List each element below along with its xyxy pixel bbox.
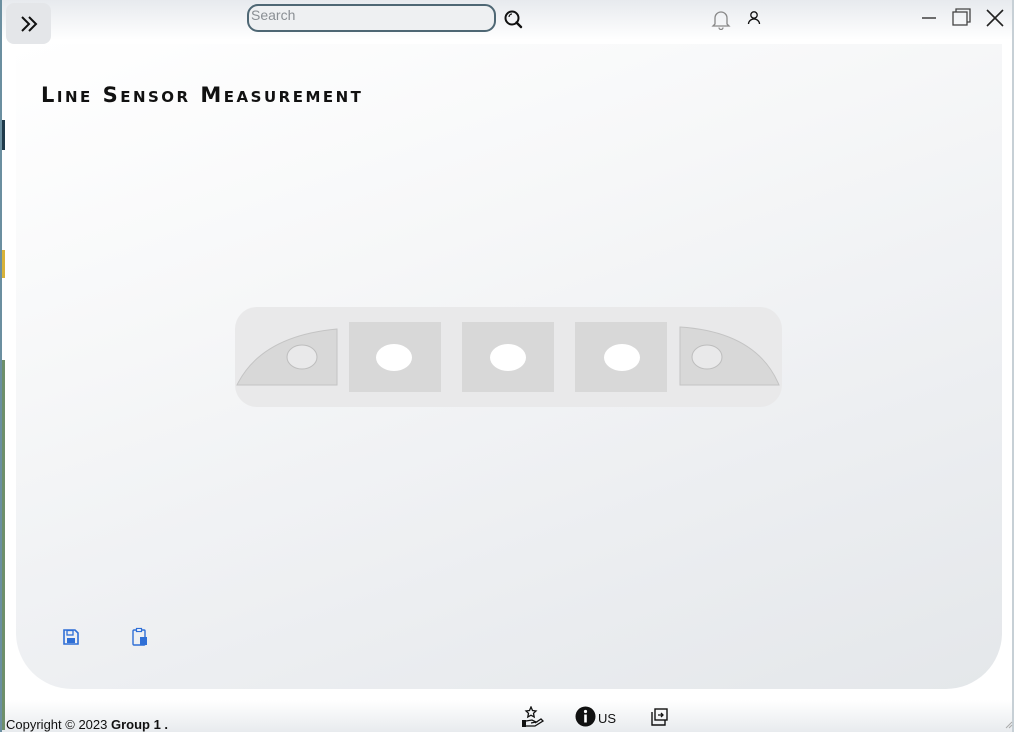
page-title: Line Sensor Measurement <box>41 83 364 107</box>
hand-star-icon[interactable] <box>521 706 545 728</box>
sidebar-toggle-button[interactable] <box>6 3 51 44</box>
search-icon[interactable] <box>502 8 524 30</box>
sensor-left-end <box>236 328 338 386</box>
app-window: Line Sensor Measurement Copyri <box>0 0 1014 732</box>
save-icon[interactable] <box>62 628 80 646</box>
minimize-icon[interactable] <box>919 7 939 27</box>
bell-icon[interactable] <box>710 8 732 30</box>
export-icon[interactable] <box>649 707 669 727</box>
sensor-4 <box>575 322 667 392</box>
clipboard-icon[interactable] <box>131 627 149 647</box>
sensor-led <box>604 344 640 371</box>
line-sensor-array <box>235 307 782 407</box>
user-icon[interactable] <box>745 9 763 27</box>
maximize-icon[interactable] <box>950 6 974 28</box>
search-input[interactable] <box>247 4 496 32</box>
sensor-led <box>376 344 412 371</box>
edge-strip <box>2 250 5 278</box>
about-us-label[interactable]: US <box>598 711 616 726</box>
copyright-group: Group 1 . <box>110 717 169 732</box>
resize-grip-icon[interactable] <box>1003 719 1013 729</box>
edge-strip <box>2 120 5 150</box>
info-icon[interactable] <box>575 706 596 727</box>
sensor-2 <box>349 322 441 392</box>
sensor-right-end <box>679 326 780 386</box>
copyright-prefix: Copyright © 2023 <box>6 717 111 732</box>
sidebar-expand-icon <box>20 15 37 32</box>
edge-strip <box>2 360 5 730</box>
sensor-3 <box>462 322 554 392</box>
sensor-led <box>490 344 526 371</box>
close-icon[interactable] <box>983 6 1007 30</box>
copyright-text: Copyright © 2023 Group 1 . <box>6 717 168 732</box>
